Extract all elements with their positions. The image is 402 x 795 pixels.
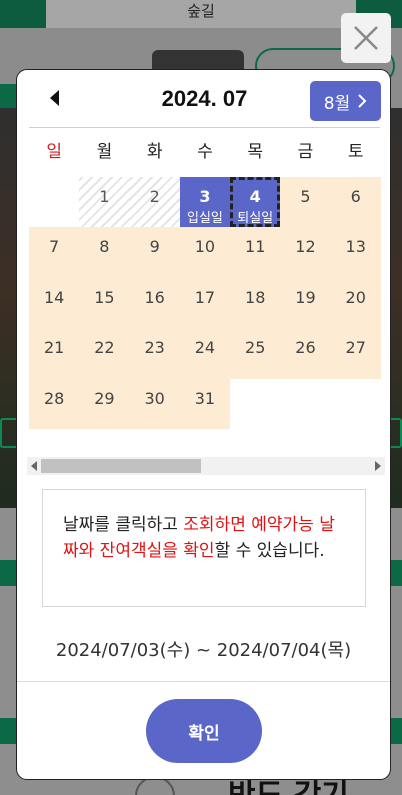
day-number: 18 bbox=[245, 287, 266, 307]
day-status-label: 입실일 bbox=[186, 211, 223, 226]
calendar-day[interactable]: 15 bbox=[79, 277, 130, 329]
calendar-day[interactable]: 10 bbox=[179, 227, 231, 278]
day-number: 25 bbox=[245, 338, 266, 358]
day-number: 28 bbox=[43, 388, 65, 408]
day-number: 30 bbox=[144, 388, 165, 408]
calendar-empty-cell bbox=[29, 177, 80, 228]
calendar-day[interactable]: 29 bbox=[79, 378, 130, 429]
calendar-day[interactable]: 7 bbox=[29, 227, 80, 278]
date-picker-modal: 2024. 07 8월 일 월 화 수 목 금 토 1 2 3 입실일 4 퇴실일 5 6 7 8… bbox=[16, 69, 391, 780]
next-month-button[interactable]: 8월 bbox=[310, 81, 381, 121]
calendar-day[interactable]: 1 bbox=[79, 177, 130, 228]
info-text: 할 수 있습니다. bbox=[214, 541, 325, 561]
weekday-label: 수 bbox=[197, 142, 213, 162]
calendar-day[interactable]: 31 bbox=[179, 378, 231, 429]
day-number: 16 bbox=[144, 287, 165, 307]
day-number: 20 bbox=[345, 287, 366, 307]
calendar-empty-cell bbox=[230, 378, 281, 429]
header-divider bbox=[29, 127, 380, 128]
weekday-label: 월 bbox=[96, 142, 113, 162]
weekday-label: 토 bbox=[347, 142, 364, 162]
day-number: 10 bbox=[194, 237, 216, 257]
day-number: 8 bbox=[99, 237, 110, 257]
day-number: 23 bbox=[144, 338, 165, 358]
close-icon bbox=[354, 26, 378, 50]
info-text: 날짜를 클릭하고 bbox=[63, 515, 184, 535]
day-status-label: 퇴실일 bbox=[237, 211, 274, 226]
calendar-day[interactable]: 28 bbox=[29, 378, 80, 429]
calendar-day[interactable]: 24 bbox=[179, 328, 231, 379]
calendar-day[interactable]: 23 bbox=[129, 328, 180, 379]
calendar-day[interactable]: 18 bbox=[230, 277, 281, 329]
calendar-day[interactable]: 26 bbox=[280, 328, 331, 379]
calendar-day[interactable]: 17 bbox=[179, 277, 231, 329]
calendar-day[interactable]: 6 bbox=[330, 177, 381, 228]
day-number: 13 bbox=[345, 237, 366, 257]
day-number: 11 bbox=[245, 237, 266, 257]
selected-date-range: 2024/07/03(수) ~ 2024/07/04(목) bbox=[55, 640, 352, 661]
calendar-grid: 1 2 3 입실일 4 퇴실일 5 6 7 8 9 10 11 12 13 14 15 16 17 18 19 20 21 2… bbox=[29, 177, 381, 433]
calendar-day[interactable]: 14 bbox=[29, 277, 80, 329]
calendar-day[interactable]: 16 bbox=[129, 277, 180, 329]
day-number: 14 bbox=[43, 287, 65, 307]
day-number: 2 bbox=[149, 187, 160, 206]
calendar-day[interactable]: 27 bbox=[330, 328, 381, 379]
calendar-day[interactable]: 13 bbox=[330, 227, 381, 278]
calendar-header: 2024. 07 8월 bbox=[17, 70, 390, 128]
calendar-day[interactable]: 25 bbox=[230, 328, 281, 379]
scroll-right-icon[interactable] bbox=[375, 461, 381, 471]
day-number: 26 bbox=[295, 338, 316, 358]
calendar-day[interactable]: 3 입실일 bbox=[179, 177, 231, 228]
weekday-label: 일 bbox=[46, 142, 62, 162]
day-number: 31 bbox=[194, 388, 216, 408]
day-number: 5 bbox=[300, 187, 311, 206]
scroll-left-icon[interactable] bbox=[31, 461, 37, 471]
calendar-day[interactable]: 11 bbox=[230, 227, 281, 278]
day-number: 6 bbox=[350, 187, 361, 206]
day-number: 29 bbox=[94, 388, 115, 408]
calendar-day[interactable]: 8 bbox=[79, 227, 130, 278]
day-number: 9 bbox=[149, 237, 160, 257]
day-number: 4 bbox=[249, 187, 261, 206]
horizontal-scrollbar[interactable] bbox=[27, 457, 385, 475]
info-message: 날짜를 클릭하고 조회하면 예약가능 날짜와 잔여객실을 확인할 수 있습니다. bbox=[42, 489, 366, 607]
weekday-header: 일 월 화 수 목 금 토 bbox=[29, 134, 381, 170]
calendar-day[interactable]: 30 bbox=[129, 378, 180, 429]
close-button[interactable] bbox=[341, 13, 391, 63]
calendar-day[interactable]: 19 bbox=[280, 277, 331, 329]
calendar-day[interactable]: 12 bbox=[280, 227, 331, 278]
calendar-empty-cell bbox=[280, 378, 331, 429]
calendar-day[interactable]: 2 bbox=[129, 177, 180, 228]
calendar-day[interactable]: 22 bbox=[79, 328, 130, 379]
day-number: 7 bbox=[49, 237, 60, 257]
background-accent bbox=[0, 84, 16, 108]
calendar-empty-cell bbox=[330, 378, 381, 429]
background-green-segment bbox=[0, 0, 46, 28]
day-number: 3 bbox=[199, 187, 211, 206]
day-number: 12 bbox=[295, 237, 316, 257]
weekday-label: 화 bbox=[146, 142, 163, 162]
calendar-day[interactable]: 20 bbox=[330, 277, 381, 329]
weekday-label: 금 bbox=[297, 142, 314, 162]
footer-divider bbox=[17, 681, 390, 682]
calendar-day[interactable]: 4 퇴실일 bbox=[230, 177, 281, 228]
day-number: 15 bbox=[94, 287, 115, 307]
confirm-button[interactable]: 확인 bbox=[146, 699, 262, 763]
calendar-day[interactable]: 5 bbox=[280, 177, 331, 228]
day-number: 21 bbox=[43, 338, 65, 358]
scrollbar-thumb[interactable] bbox=[41, 459, 201, 473]
next-month-label: 8월 bbox=[323, 93, 351, 114]
chevron-right-icon bbox=[358, 94, 367, 108]
day-number: 24 bbox=[194, 338, 216, 358]
calendar-day[interactable]: 21 bbox=[29, 328, 80, 379]
day-number: 1 bbox=[99, 187, 110, 206]
background-top-title: 숲길 bbox=[46, 0, 356, 28]
calendar-day[interactable]: 9 bbox=[129, 227, 180, 278]
day-number: 19 bbox=[295, 287, 316, 307]
weekday-label: 목 bbox=[247, 142, 264, 162]
day-number: 27 bbox=[345, 338, 366, 358]
day-number: 17 bbox=[194, 287, 216, 307]
day-number: 22 bbox=[94, 338, 115, 358]
